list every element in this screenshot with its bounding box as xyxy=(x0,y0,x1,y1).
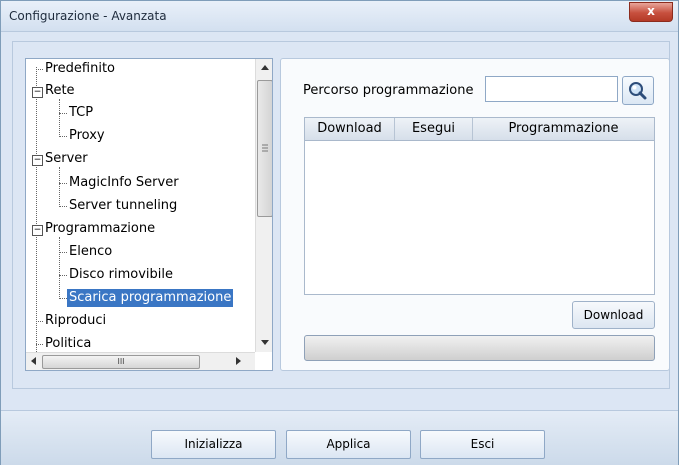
tree-connector xyxy=(36,344,43,345)
collapse-icon[interactable]: − xyxy=(32,225,43,236)
tree-connector xyxy=(59,275,67,276)
tree-branch-line xyxy=(59,237,60,299)
tree-connector xyxy=(59,206,67,207)
column-programmazione[interactable]: Programmazione xyxy=(473,118,654,140)
tree-item-politica[interactable]: Politica xyxy=(45,336,91,351)
tree-item-scarica-programmazione[interactable]: Scarica programmazione xyxy=(67,289,234,307)
tree-item-magicinfo-server[interactable]: MagicInfo Server xyxy=(69,175,179,190)
scroll-down-icon[interactable] xyxy=(261,340,269,345)
tree-item-server-tunneling[interactable]: Server tunneling xyxy=(69,198,177,213)
tree-connector xyxy=(36,321,43,322)
initialize-button[interactable]: Inizializza xyxy=(151,430,276,459)
tree-connector xyxy=(59,183,67,184)
config-window: Configurazione - Avanzata x Predefinito … xyxy=(0,0,679,465)
download-button[interactable]: Download xyxy=(572,301,655,329)
tree-connector xyxy=(59,252,67,253)
footer-bar: Inizializza Applica Esci xyxy=(1,410,678,465)
column-download[interactable]: Download xyxy=(305,118,395,140)
collapse-icon[interactable]: − xyxy=(32,87,43,98)
close-button[interactable]: x xyxy=(629,2,673,22)
exit-button[interactable]: Esci xyxy=(420,430,545,459)
grip-icon xyxy=(262,144,268,152)
tree-item-programmazione[interactable]: Programmazione xyxy=(45,221,155,236)
path-label: Percorso programmazione xyxy=(303,83,474,98)
schedule-list[interactable]: Download Esegui Programmazione xyxy=(304,117,655,295)
tree-vertical-scrollbar[interactable] xyxy=(255,59,272,352)
window-title: Configurazione - Avanzata xyxy=(9,9,167,23)
tree-connector xyxy=(36,69,43,70)
tree-connector xyxy=(59,298,67,299)
tree-horizontal-scrollbar[interactable]: III xyxy=(26,352,255,370)
tree-item-predefinito[interactable]: Predefinito xyxy=(45,61,115,76)
close-icon: x xyxy=(647,4,655,18)
tree-connector xyxy=(59,113,67,114)
vertical-scroll-thumb[interactable] xyxy=(257,80,272,217)
scroll-left-icon[interactable] xyxy=(31,357,36,365)
tree-item-elenco[interactable]: Elenco xyxy=(69,244,112,259)
title-bar[interactable]: Configurazione - Avanzata x xyxy=(1,1,678,32)
tree-item-server[interactable]: Server xyxy=(45,151,88,166)
tree-branch-line xyxy=(59,99,60,137)
column-esegui[interactable]: Esegui xyxy=(395,118,473,140)
tree-item-riproduci[interactable]: Riproduci xyxy=(45,313,106,328)
path-input[interactable] xyxy=(485,76,618,102)
tree-item-rete[interactable]: Rete xyxy=(45,83,75,98)
browse-button[interactable] xyxy=(622,76,654,105)
tree-root-line xyxy=(36,67,37,354)
horizontal-scroll-thumb[interactable]: III xyxy=(42,355,200,369)
tree-branch-line xyxy=(59,167,60,207)
scroll-right-icon[interactable] xyxy=(236,357,241,365)
download-progress-bar xyxy=(304,335,655,361)
list-header: Download Esegui Programmazione xyxy=(305,118,654,141)
tree-connector xyxy=(59,136,67,137)
apply-button[interactable]: Applica xyxy=(286,430,411,459)
download-schedule-panel: Percorso programmazione Download Esegui … xyxy=(280,58,670,371)
settings-tree: Predefinito − Rete TCP Proxy − Server Ma… xyxy=(25,58,273,371)
tree-item-disco-rimovibile[interactable]: Disco rimovibile xyxy=(69,267,173,282)
magnifier-icon xyxy=(629,82,647,100)
collapse-icon[interactable]: − xyxy=(32,155,43,166)
tree-item-tcp[interactable]: TCP xyxy=(69,105,93,120)
tree-item-proxy[interactable]: Proxy xyxy=(69,128,105,143)
scroll-up-icon[interactable] xyxy=(261,65,269,70)
